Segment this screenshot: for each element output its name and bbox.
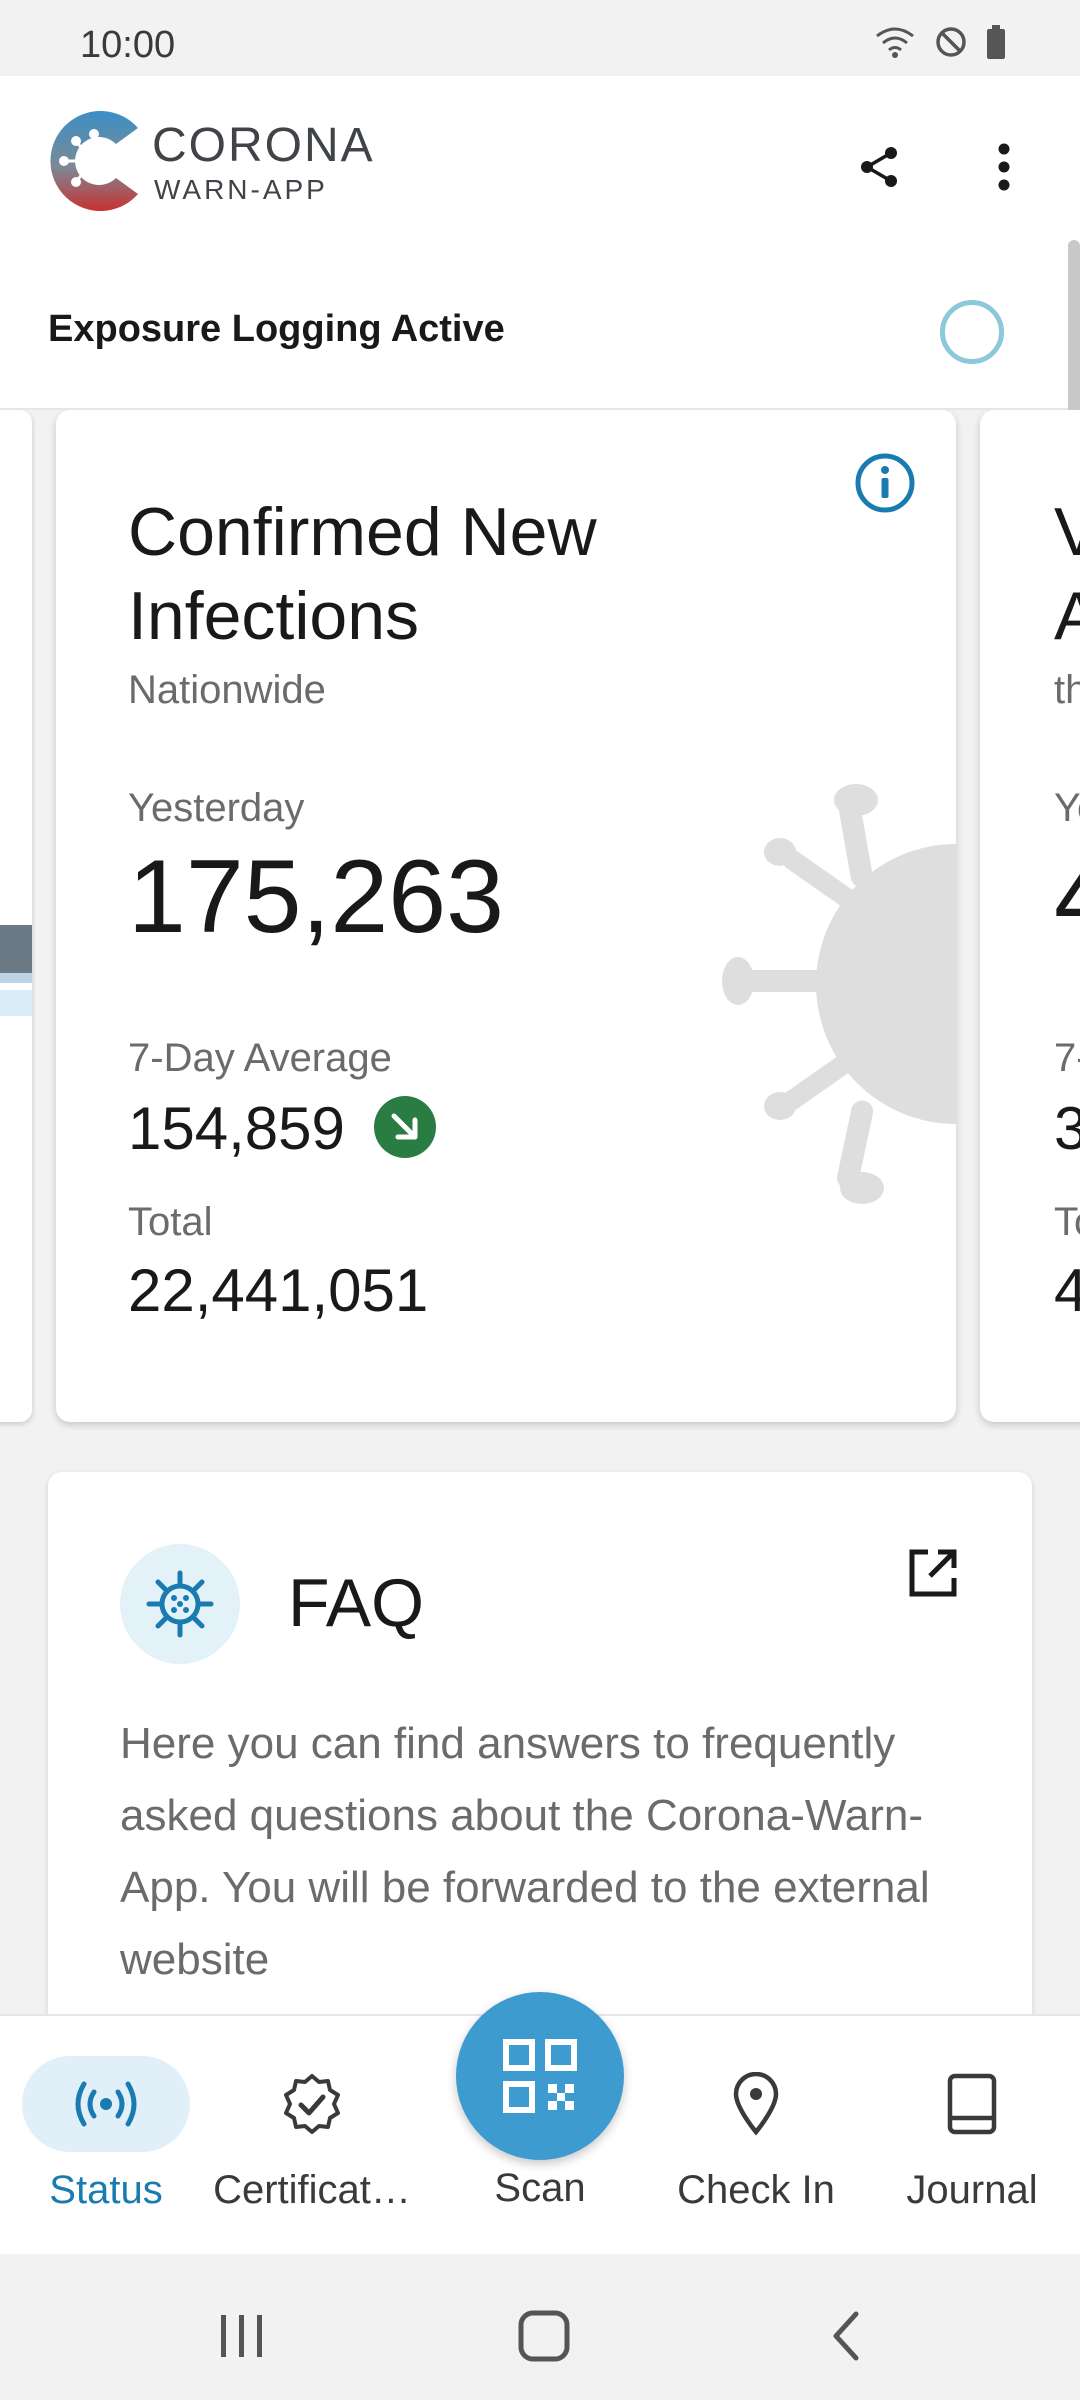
yesterday-value: 175,263 bbox=[128, 839, 504, 955]
virus-illustration-icon bbox=[722, 784, 956, 1204]
nav-check-in-label: Check In bbox=[677, 2168, 835, 2212]
brand-subname: WARN-APP bbox=[154, 174, 328, 205]
faq-card[interactable]: FAQ Here you can find answers to frequen… bbox=[48, 1472, 1032, 2032]
app-header: CORONA WARN-APP bbox=[0, 76, 1080, 242]
nav-check-in[interactable]: Check In bbox=[656, 2016, 856, 2256]
faq-icon-badge bbox=[120, 1544, 240, 1664]
wifi-icon bbox=[876, 27, 914, 58]
overflow-menu-button[interactable] bbox=[982, 134, 1026, 200]
info-icon[interactable] bbox=[852, 450, 918, 516]
nav-status-pill bbox=[22, 2056, 190, 2152]
seven-day-average-value: 154,859 bbox=[128, 1095, 345, 1162]
peek-total-value: 4 bbox=[1054, 1257, 1080, 1324]
system-navigation-bar bbox=[0, 2254, 1080, 2400]
faq-description: Here you can find answers to frequently … bbox=[120, 1719, 930, 1984]
external-link-icon[interactable] bbox=[900, 1540, 966, 1606]
exposure-logging-label: Exposure Logging Active bbox=[48, 308, 505, 350]
recent-apps-icon bbox=[221, 2315, 262, 2357]
peek-subtitle: th bbox=[1054, 668, 1080, 712]
previous-stat-card[interactable] bbox=[0, 410, 32, 1422]
faq-title: FAQ bbox=[288, 1565, 425, 1641]
nav-certificates[interactable]: Certificat… bbox=[212, 2016, 412, 2256]
chart-fragment bbox=[0, 925, 32, 973]
card-title: Confirmed New Infections bbox=[128, 494, 597, 654]
status-time: 10:00 bbox=[80, 24, 176, 66]
battery-icon bbox=[987, 25, 1005, 59]
arrow-down-right-icon bbox=[391, 1113, 418, 1140]
peek-total-label: To bbox=[1054, 1200, 1080, 1244]
nav-certificates-label: Certificat… bbox=[213, 2168, 411, 2212]
corona-warn-app-logo-icon bbox=[50, 111, 138, 211]
peek-average-value: 3 bbox=[1054, 1095, 1080, 1162]
chart-fragment bbox=[0, 973, 32, 983]
back-button[interactable] bbox=[806, 2296, 886, 2376]
confirmed-infections-card[interactable]: Confirmed New Infections Nationwide Yest… bbox=[56, 410, 956, 1422]
journal-book-icon bbox=[947, 2073, 997, 2135]
status-broadcast-icon bbox=[75, 2081, 137, 2127]
peek-yesterday-label: Ye bbox=[1054, 786, 1080, 830]
qr-code-icon bbox=[503, 2039, 577, 2113]
back-icon bbox=[833, 2311, 859, 2361]
card-subtitle: Nationwide bbox=[128, 668, 326, 712]
scan-label: Scan bbox=[494, 2166, 586, 2210]
share-button[interactable] bbox=[846, 134, 912, 200]
virus-icon bbox=[146, 1570, 214, 1638]
peek-yesterday-value: 4 bbox=[1054, 838, 1080, 957]
status-icons bbox=[874, 24, 1006, 60]
nav-status-label: Status bbox=[49, 2168, 163, 2212]
nav-journal[interactable]: Journal bbox=[872, 2016, 1072, 2256]
scan-button[interactable] bbox=[456, 1992, 624, 2160]
recent-apps-button[interactable] bbox=[202, 2296, 282, 2376]
nav-status[interactable]: Status bbox=[6, 2016, 206, 2256]
status-bar: 10:00 bbox=[0, 0, 1080, 76]
peek-average-label: 7- bbox=[1054, 1036, 1080, 1080]
next-stat-card[interactable]: V A th Ye 4 7- 3 To 4 bbox=[980, 410, 1080, 1422]
exposure-logging-row[interactable]: Exposure Logging Active bbox=[0, 242, 1080, 410]
total-value: 22,441,051 bbox=[128, 1257, 429, 1324]
seven-day-average-label: 7-Day Average bbox=[128, 1036, 392, 1080]
do-not-disturb-icon bbox=[936, 27, 966, 57]
total-label: Total bbox=[128, 1200, 213, 1244]
yesterday-label: Yesterday bbox=[128, 786, 305, 830]
trend-down-badge bbox=[374, 1096, 436, 1158]
chart-fragment bbox=[0, 990, 32, 1016]
certificate-badge-icon bbox=[284, 2074, 340, 2134]
more-vertical-icon bbox=[998, 143, 1010, 191]
exposure-status-ring-icon bbox=[940, 300, 1004, 364]
nav-journal-label: Journal bbox=[906, 2168, 1038, 2212]
peek-title-line1: V bbox=[1054, 494, 1080, 570]
nav-check-in-pill bbox=[672, 2056, 840, 2152]
home-icon bbox=[518, 2310, 570, 2362]
nav-journal-pill bbox=[888, 2056, 1056, 2152]
statistics-carousel[interactable]: Confirmed New Infections Nationwide Yest… bbox=[0, 410, 1080, 1430]
brand-name: CORONA bbox=[152, 119, 375, 172]
share-icon bbox=[861, 147, 897, 187]
nav-certificates-pill bbox=[228, 2056, 396, 2152]
peek-title-line2: A bbox=[1054, 578, 1080, 654]
home-button[interactable] bbox=[504, 2296, 584, 2376]
location-pin-icon bbox=[733, 2072, 779, 2136]
